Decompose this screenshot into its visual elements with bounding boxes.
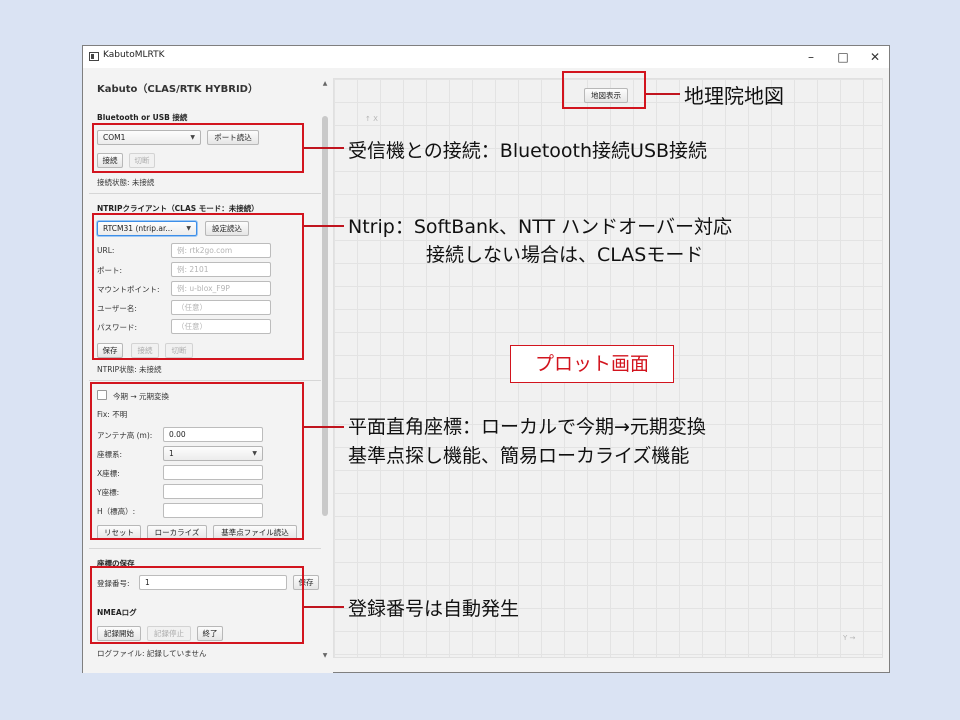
scrollbar-thumb[interactable] — [322, 116, 328, 516]
registration-callout — [90, 566, 304, 644]
connection-status: 接続状態: 未接続 — [97, 178, 155, 187]
ntrip-annotation-line2: 接続しない場合は、CLASモード — [426, 244, 704, 266]
app-icon — [89, 52, 99, 61]
x-axis-label: ↑ X — [365, 115, 378, 123]
ntrip-status: NTRIP状態: 未接続 — [97, 365, 162, 374]
registration-connector-line — [304, 606, 344, 608]
bluetooth-section-title: Bluetooth or USB 接続 — [97, 113, 188, 122]
window-title: KabutoMLRTK — [103, 50, 165, 60]
coords-callout — [90, 382, 304, 540]
y-axis-label: Y → — [843, 634, 856, 642]
scroll-down-arrow[interactable]: ▼ — [321, 652, 329, 659]
coords-connector-line — [304, 426, 344, 428]
map-button-callout — [562, 71, 646, 109]
ntrip-connector-line — [304, 225, 344, 227]
divider — [89, 548, 321, 549]
maximize-button[interactable]: □ — [831, 48, 855, 66]
divider — [89, 193, 321, 194]
ntrip-callout — [92, 213, 304, 360]
coords-annotation-line1: 平面直角座標：ローカルで今期→元期変換 — [348, 416, 706, 438]
plot-screen-label: プロット画面 — [510, 345, 674, 383]
coords-annotation-line2: 基準点探し機能、簡易ローカライズ機能 — [348, 445, 690, 467]
title-bar: KabutoMLRTK – □ ✕ — [83, 46, 889, 68]
minimize-button[interactable]: – — [799, 48, 823, 66]
receiver-connector-line — [304, 147, 344, 149]
log-file-status: ログファイル: 記録していません — [97, 649, 207, 658]
receiver-callout — [92, 123, 304, 173]
scroll-up-arrow[interactable]: ▲ — [321, 80, 329, 87]
close-button[interactable]: ✕ — [863, 48, 887, 66]
receiver-annotation: 受信機との接続：Bluetooth接続USB接続 — [348, 140, 708, 162]
map-annotation: 地理院地図 — [684, 84, 784, 108]
map-connector-line — [646, 93, 680, 95]
ntrip-annotation-line1: Ntrip：SoftBank、NTT ハンドオーバー対応 — [348, 216, 732, 238]
registration-annotation: 登録番号は自動発生 — [348, 598, 520, 620]
app-title: Kabuto（CLAS/RTK HYBRID） — [97, 84, 258, 95]
divider — [89, 380, 321, 381]
